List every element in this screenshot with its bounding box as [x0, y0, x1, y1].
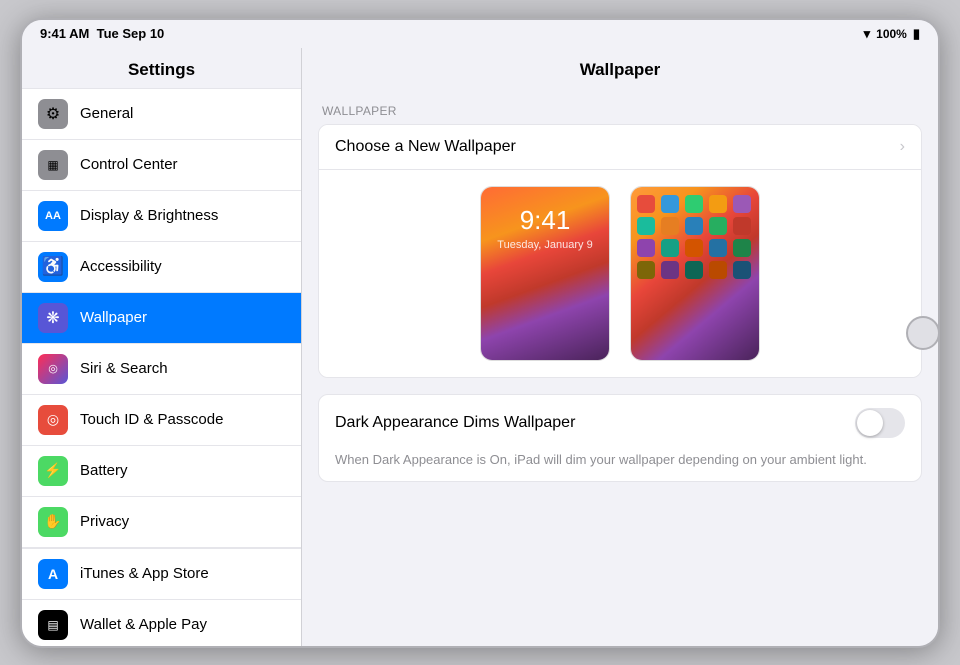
lock-screen-date: Tuesday, January 9	[497, 239, 592, 251]
status-time: 9:41 AM Tue Sep 10	[40, 26, 164, 41]
app-dot	[709, 195, 727, 213]
app-dot	[709, 217, 727, 235]
sidebar-label-accessibility: Accessibility	[80, 258, 162, 275]
itunes-icon: A	[38, 559, 68, 589]
ipad-frame: 9:41 AM Tue Sep 10 ▾ 100% ▮ Settings ⚙ G…	[20, 18, 940, 648]
accessibility-icon: ♿	[38, 252, 68, 282]
app-dot	[685, 261, 703, 279]
lock-screen-wallpaper: 9:41 Tuesday, January 9	[481, 187, 609, 360]
sidebar-item-privacy[interactable]: ✋ Privacy	[22, 497, 301, 548]
dark-appearance-section: Dark Appearance Dims Wallpaper When Dark…	[318, 394, 922, 482]
choose-wallpaper-label: Choose a New Wallpaper	[335, 138, 516, 156]
app-dot	[661, 195, 679, 213]
sidebar-label-touchid: Touch ID & Passcode	[80, 411, 223, 428]
wallet-icon: ▤	[38, 610, 68, 640]
wallpaper-previews: 9:41 Tuesday, January 9	[319, 170, 921, 377]
sidebar-label-siri: Siri & Search	[80, 360, 168, 377]
sidebar-label-wallpaper: Wallpaper	[80, 309, 147, 326]
gear-icon: ⚙	[38, 99, 68, 129]
toggle-knob	[857, 410, 883, 436]
wallpaper-icon: ❋	[38, 303, 68, 333]
main-content: Settings ⚙ General ▦ Control Center AA D…	[22, 48, 938, 646]
dark-appearance-label: Dark Appearance Dims Wallpaper	[335, 414, 575, 432]
sidebar-label-general: General	[80, 105, 133, 122]
privacy-icon: ✋	[38, 507, 68, 537]
sidebar-label-wallet: Wallet & Apple Pay	[80, 616, 207, 633]
app-dot	[685, 195, 703, 213]
touchid-icon: ◎	[38, 405, 68, 435]
status-right: ▾ 100% ▮	[864, 26, 920, 42]
app-dot	[637, 261, 655, 279]
right-panel: Wallpaper WALLPAPER Choose a New Wallpap…	[302, 48, 938, 646]
app-dot	[637, 217, 655, 235]
app-dot	[661, 239, 679, 257]
sidebar-label-battery: Battery	[80, 462, 128, 479]
sidebar-item-wallpaper[interactable]: ❋ Wallpaper	[22, 293, 301, 344]
lock-screen-preview: 9:41 Tuesday, January 9	[480, 186, 610, 361]
app-dot	[709, 261, 727, 279]
wifi-icon: ▾	[864, 26, 871, 42]
sidebar-label-privacy: Privacy	[80, 513, 129, 530]
home-button[interactable]	[906, 316, 940, 350]
wallpaper-card: Choose a New Wallpaper › 9:41 Tuesday, J…	[318, 124, 922, 378]
chevron-right-icon: ›	[900, 138, 905, 156]
panel-title: Wallpaper	[302, 48, 938, 88]
section-header-wallpaper: WALLPAPER	[302, 88, 938, 124]
app-dot	[733, 195, 751, 213]
battery-setting-icon: ⚡	[38, 456, 68, 486]
app-dot	[733, 239, 751, 257]
app-dot	[685, 217, 703, 235]
app-dot	[709, 239, 727, 257]
app-dot	[637, 195, 655, 213]
app-grid	[637, 195, 753, 279]
sidebar-item-touchid[interactable]: ◎ Touch ID & Passcode	[22, 395, 301, 446]
status-bar: 9:41 AM Tue Sep 10 ▾ 100% ▮	[22, 20, 938, 48]
display-icon: AA	[38, 201, 68, 231]
app-dot	[733, 217, 751, 235]
sidebar-item-battery[interactable]: ⚡ Battery	[22, 446, 301, 497]
sidebar: Settings ⚙ General ▦ Control Center AA D…	[22, 48, 302, 646]
sidebar-item-general[interactable]: ⚙ General	[22, 88, 301, 140]
sidebar-item-wallet[interactable]: ▤ Wallet & Apple Pay	[22, 600, 301, 646]
sidebar-item-display[interactable]: AA Display & Brightness	[22, 191, 301, 242]
app-dot	[637, 239, 655, 257]
sidebar-title: Settings	[22, 48, 301, 88]
choose-wallpaper-row[interactable]: Choose a New Wallpaper ›	[319, 125, 921, 170]
sidebar-item-accessibility[interactable]: ♿ Accessibility	[22, 242, 301, 293]
app-dot	[661, 217, 679, 235]
dark-appearance-description: When Dark Appearance is On, iPad will di…	[319, 451, 921, 481]
sidebar-item-itunes[interactable]: A iTunes & App Store	[22, 548, 301, 600]
battery-percent: 100%	[876, 27, 907, 41]
siri-icon: ◎	[38, 354, 68, 384]
lock-screen-time: 9:41	[520, 205, 571, 236]
app-dot	[733, 261, 751, 279]
control-center-icon: ▦	[38, 150, 68, 180]
dark-appearance-toggle[interactable]	[855, 408, 905, 438]
sidebar-label-display: Display & Brightness	[80, 207, 218, 224]
sidebar-item-control[interactable]: ▦ Control Center	[22, 140, 301, 191]
sidebar-group-1: ⚙ General ▦ Control Center AA Display & …	[22, 88, 301, 548]
dark-appearance-row: Dark Appearance Dims Wallpaper	[319, 395, 921, 451]
home-screen-wallpaper	[631, 187, 759, 360]
sidebar-group-2: A iTunes & App Store ▤ Wallet & Apple Pa…	[22, 548, 301, 646]
sidebar-label-control: Control Center	[80, 156, 178, 173]
home-screen-preview	[630, 186, 760, 361]
battery-icon: ▮	[913, 26, 920, 42]
app-dot	[685, 239, 703, 257]
sidebar-item-siri[interactable]: ◎ Siri & Search	[22, 344, 301, 395]
sidebar-label-itunes: iTunes & App Store	[80, 565, 209, 582]
app-dot	[661, 261, 679, 279]
